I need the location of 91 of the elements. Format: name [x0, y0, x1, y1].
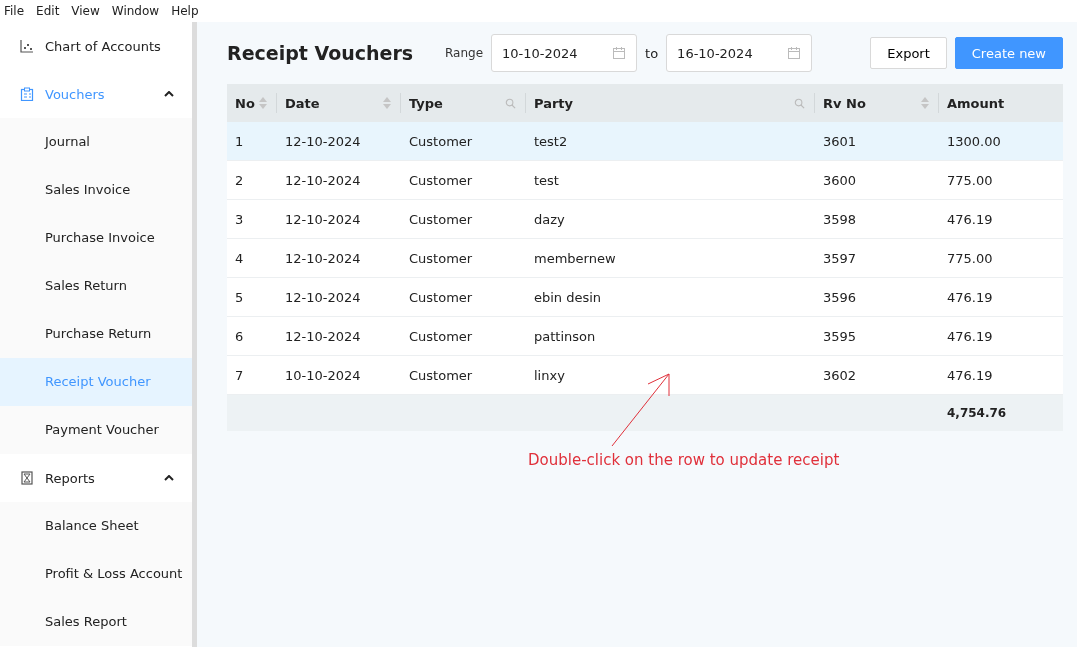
sort-icon[interactable]: [259, 97, 267, 109]
table-cell-text: 5: [234, 289, 245, 305]
sidebar-item[interactable]: Purchase Return: [0, 310, 192, 358]
table-cell-text: 3595: [822, 328, 858, 344]
table-cell-text: 12-10-2024: [284, 250, 362, 266]
table-cell-text: linxy: [533, 367, 566, 383]
menu-item[interactable]: Help: [171, 4, 199, 18]
table-cell-text: 12-10-2024: [284, 172, 362, 188]
table-cell-text: 3600: [822, 172, 858, 188]
column-header[interactable]: Type: [401, 93, 526, 113]
sidebar-item[interactable]: Profit & Loss Account: [0, 550, 192, 598]
table-cell-text: Customer: [408, 250, 474, 266]
hourglass-icon: [20, 471, 34, 485]
sort-icon[interactable]: [383, 97, 391, 109]
table-cell-text: Customer: [408, 172, 474, 188]
sort-icon[interactable]: [921, 97, 929, 109]
table-row[interactable]: 1 12-10-2024 Customer test2 3601 1300.00: [227, 122, 1063, 161]
column-header[interactable]: Amount: [939, 93, 1063, 113]
sidebar-item[interactable]: Payment Voucher: [0, 406, 192, 454]
table-cell-text: 3596: [822, 289, 858, 305]
sidebar-item[interactable]: Balance Sheet: [0, 502, 192, 550]
table-cell-text: Customer: [408, 367, 474, 383]
table-row[interactable]: 2 12-10-2024 Customer test 3600 775.00: [227, 161, 1063, 200]
table-cell-text: 476.19: [946, 289, 994, 305]
table-cell-text: 476.19: [946, 211, 994, 227]
table-cell-text: 12-10-2024: [284, 289, 362, 305]
calendar-icon: [612, 46, 627, 60]
menu-item[interactable]: View: [71, 4, 100, 18]
table-row[interactable]: 5 12-10-2024 Customer ebin desin 3596 476.19: [227, 278, 1063, 317]
search-icon[interactable]: [505, 97, 516, 109]
table-cell-text: ebin desin: [533, 289, 603, 305]
table-cell-text: pattinson: [533, 328, 597, 344]
total-amount: 4,754.76: [946, 406, 1008, 420]
table-cell-text: 775.00: [946, 172, 994, 188]
table-cell-text: 7: [234, 367, 245, 383]
table-cell-text: test2: [533, 133, 569, 149]
table-cell-text: Customer: [408, 211, 474, 227]
table-cell-text: 4: [234, 250, 245, 266]
table-cell-text: Customer: [408, 133, 474, 149]
table-row[interactable]: 7 10-10-2024 Customer linxy 3602 476.19: [227, 356, 1063, 395]
menu-item[interactable]: File: [4, 4, 25, 18]
table-cell-text: 1300.00: [946, 133, 1002, 149]
table-cell-text: 12-10-2024: [284, 328, 362, 344]
sidebar-group[interactable]: Chart of Accounts: [0, 22, 192, 70]
column-header[interactable]: Rv No: [815, 93, 939, 113]
column-header[interactable]: No: [227, 93, 277, 113]
caret-icon: [164, 91, 174, 97]
export-button[interactable]: Export: [870, 37, 947, 69]
menu-item[interactable]: Edit: [36, 4, 60, 18]
table-cell-text: 6: [234, 328, 245, 344]
column-header[interactable]: Party: [526, 93, 815, 113]
table-cell-text: dazy: [533, 211, 566, 227]
caret-icon: [164, 475, 174, 481]
table-cell-text: membernew: [533, 250, 617, 266]
table-cell-text: 3: [234, 211, 245, 227]
annotation-text: Double-click on the row to update receipt: [528, 451, 840, 469]
page-title: Receipt Vouchers: [227, 42, 415, 64]
sidebar-group[interactable]: Reports: [0, 454, 192, 502]
column-header[interactable]: Date: [277, 93, 401, 113]
sidebar-item[interactable]: Sales Return: [0, 262, 192, 310]
table-cell-text: 10-10-2024: [284, 367, 362, 383]
table-cell-text: 476.19: [946, 328, 994, 344]
clipboard-icon: [20, 87, 34, 101]
table-cell-text: Customer: [408, 289, 474, 305]
sidebar-item[interactable]: Purchase Invoice: [0, 214, 192, 262]
table-cell-text: 12-10-2024: [284, 133, 362, 149]
sidebar-item[interactable]: Sales Report: [0, 598, 192, 646]
sidebar-item[interactable]: Journal: [0, 118, 192, 166]
table-row[interactable]: 6 12-10-2024 Customer pattinson 3595 476.19: [227, 317, 1063, 356]
table-cell-text: test: [533, 172, 560, 188]
table-row[interactable]: 4 12-10-2024 Customer membernew 3597 775.00: [227, 239, 1063, 278]
table-cell-text: Customer: [408, 328, 474, 344]
calendar-icon: [787, 46, 802, 60]
date-field[interactable]: 16-10-2024: [666, 34, 813, 72]
table-cell-text: 775.00: [946, 250, 994, 266]
chart-icon: [20, 39, 34, 53]
table-cell-text: 3601: [822, 133, 858, 149]
range-label: Range: [445, 46, 484, 60]
table-cell-text: 476.19: [946, 367, 994, 383]
search-icon[interactable]: [794, 97, 805, 109]
table-cell-text: 1: [234, 133, 245, 149]
table-cell-text: 3602: [822, 367, 858, 383]
sidebar-item[interactable]: Sales Invoice: [0, 166, 192, 214]
table-cell-text: 2: [234, 172, 245, 188]
table-row[interactable]: 3 12-10-2024 Customer dazy 3598 476.19: [227, 200, 1063, 239]
table-cell-text: 12-10-2024: [284, 211, 362, 227]
date-field[interactable]: 10-10-2024: [491, 34, 638, 72]
table-cell-text: 3597: [822, 250, 858, 266]
to-label: to: [645, 45, 659, 61]
menu-item[interactable]: Window: [111, 4, 160, 18]
table-cell-text: 3598: [822, 211, 858, 227]
